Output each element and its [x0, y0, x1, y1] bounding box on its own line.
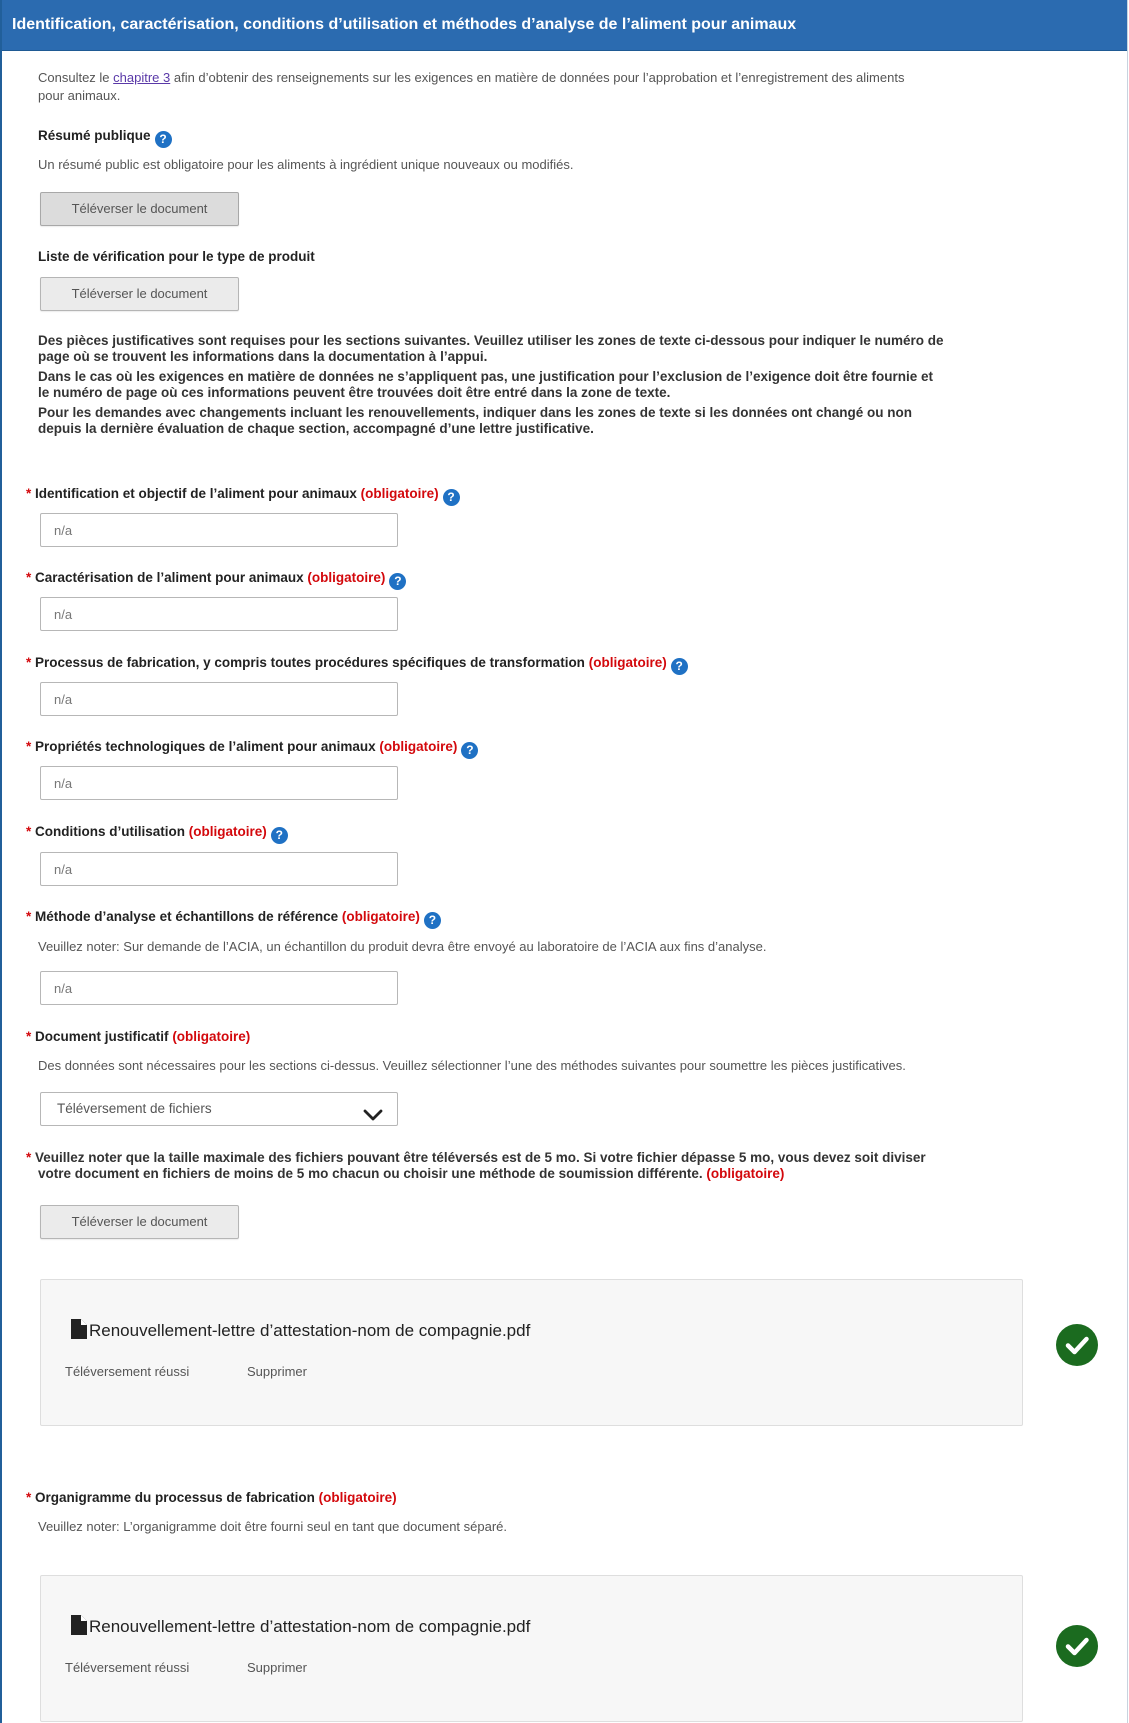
- field-label-text: Méthode d’analyse et échantillons de réf…: [35, 909, 339, 924]
- instructions-p2-l2: le numéro de page où ces informations pe…: [38, 385, 671, 400]
- organigramme-label: * Organigramme du processus de fabricati…: [26, 1490, 397, 1505]
- upload-resume-button[interactable]: Téléverser le document: [40, 192, 239, 226]
- field-label-text: Processus de fabrication, y compris tout…: [35, 655, 585, 670]
- required-star: *: [26, 824, 32, 839]
- required-word: (obligatoire): [318, 1490, 397, 1505]
- methode-note: Veuillez noter: Sur demande de l’ACIA, u…: [38, 939, 767, 954]
- required-word: (obligatoire): [588, 655, 667, 670]
- instructions: Des pièces justificatives sont requises …: [38, 333, 1123, 437]
- resume-label-text: Résumé publique: [38, 128, 151, 143]
- uploaded-file-card: Renouvellement-lettre d’attestation-nom …: [40, 1279, 1023, 1426]
- intro-suffix: afin d’obtenir des renseignements sur le…: [170, 70, 905, 85]
- delete-file-link[interactable]: Supprimer: [247, 1660, 307, 1675]
- required-star: *: [26, 1029, 32, 1044]
- size-note: * Veuillez noter que la taille maximale …: [26, 1150, 1121, 1182]
- field-label-methode: * Méthode d’analyse et échantillons de r…: [26, 909, 441, 929]
- panel-header: Identification, caractérisation, conditi…: [2, 0, 1127, 51]
- instructions-p1-l2: page où se trouvent les informations dan…: [38, 349, 488, 364]
- field-label-text: Conditions d’utilisation: [35, 824, 186, 839]
- file-name: Renouvellement-lettre d’attestation-nom …: [71, 1615, 530, 1637]
- processus-input[interactable]: [40, 682, 398, 716]
- organigramme-label-text: Organigramme du processus de fabrication: [35, 1490, 315, 1505]
- uploaded-file-card: Renouvellement-lettre d’attestation-nom …: [40, 1575, 1023, 1722]
- instructions-p3-l2: depuis la dernière évaluation de chaque …: [38, 421, 594, 436]
- conditions-input[interactable]: [40, 852, 398, 886]
- required-star: *: [26, 655, 32, 670]
- field-label-processus: * Processus de fabrication, y compris to…: [26, 655, 688, 675]
- check-circle-icon: [1056, 1324, 1098, 1366]
- resume-note: Un résumé public est obligatoire pour le…: [38, 157, 574, 172]
- chevron-down-icon: [363, 1102, 383, 1134]
- field-label-text: Caractérisation de l’aliment pour animau…: [35, 570, 304, 585]
- instructions-p1-l1: Des pièces justificatives sont requises …: [38, 333, 944, 348]
- upload-document-button[interactable]: Téléverser le document: [40, 1205, 239, 1239]
- required-word: (obligatoire): [379, 739, 458, 754]
- chapter-link[interactable]: chapitre 3: [113, 70, 170, 85]
- help-icon[interactable]: ?: [423, 912, 441, 929]
- proprietes-input[interactable]: [40, 766, 398, 800]
- field-label-text: Identification et objectif de l’aliment …: [35, 486, 357, 501]
- methode-input[interactable]: [40, 971, 398, 1005]
- help-icon[interactable]: ?: [461, 742, 479, 759]
- field-label-text: Propriétés technologiques de l’aliment p…: [35, 739, 376, 754]
- required-word: (obligatoire): [341, 909, 420, 924]
- required-star: *: [26, 1490, 32, 1505]
- field-label-proprietes: * Propriétés technologiques de l’aliment…: [26, 739, 479, 759]
- document-label-text: Document justificatif: [35, 1029, 169, 1044]
- help-icon[interactable]: ?: [154, 131, 172, 148]
- file-name-text: Renouvellement-lettre d’attestation-nom …: [89, 1321, 531, 1340]
- field-label-caracterisation: * Caractérisation de l’aliment pour anim…: [26, 570, 407, 590]
- instructions-p2-l1: Dans le cas où les exigences en matière …: [38, 369, 933, 384]
- help-icon[interactable]: ?: [270, 827, 288, 844]
- field-label-conditions: * Conditions d’utilisation (obligatoire)…: [26, 824, 288, 844]
- organigramme-note: Veuillez noter: L’organigramme doit être…: [38, 1519, 508, 1534]
- size-note-l1: Veuillez noter que la taille maximale de…: [35, 1150, 926, 1165]
- upload-status: Téléversement réussi: [65, 1660, 190, 1675]
- required-star: *: [26, 486, 32, 501]
- intro-text: Consultez le chapitre 3 afin d’obtenir d…: [38, 69, 1118, 105]
- upload-checklist-button[interactable]: Téléverser le document: [40, 277, 239, 311]
- check-circle-icon: [1056, 1625, 1098, 1667]
- delete-file-link[interactable]: Supprimer: [247, 1364, 307, 1379]
- select-value: Téléversement de fichiers: [57, 1101, 212, 1116]
- intro-prefix: Consultez le: [38, 70, 114, 85]
- caracterisation-input[interactable]: [40, 597, 398, 631]
- file-icon: [71, 1615, 89, 1636]
- required-star: *: [26, 739, 32, 754]
- resume-label: Résumé publique?: [38, 128, 172, 148]
- instructions-p3-l1: Pour les demandes avec changements inclu…: [38, 405, 912, 420]
- required-word: (obligatoire): [706, 1166, 785, 1181]
- document-note: Des données sont nécessaires pour les se…: [38, 1058, 906, 1073]
- file-name-text: Renouvellement-lettre d’attestation-nom …: [89, 1617, 531, 1636]
- file-icon: [71, 1319, 89, 1340]
- file-name: Renouvellement-lettre d’attestation-nom …: [71, 1319, 530, 1341]
- size-note-l2: votre document en fichiers de moins de 5…: [38, 1166, 703, 1181]
- required-word: (obligatoire): [172, 1029, 251, 1044]
- help-icon[interactable]: ?: [442, 489, 460, 506]
- help-icon[interactable]: ?: [389, 573, 407, 590]
- upload-status: Téléversement réussi: [65, 1364, 190, 1379]
- required-word: (obligatoire): [360, 486, 439, 501]
- required-word: (obligatoire): [307, 570, 386, 585]
- checklist-label: Liste de vérification pour le type de pr…: [38, 249, 315, 264]
- required-star: *: [26, 570, 32, 585]
- required-star: *: [26, 909, 32, 924]
- required-star: *: [26, 1150, 32, 1165]
- intro-suffix-2: pour animaux.: [38, 88, 121, 103]
- field-label-identification: * Identification et objectif de l’alimen…: [26, 486, 460, 506]
- help-icon[interactable]: ?: [670, 658, 688, 675]
- required-word: (obligatoire): [188, 824, 267, 839]
- document-label: * Document justificatif (obligatoire): [26, 1029, 250, 1044]
- form-panel: Identification, caractérisation, conditi…: [0, 0, 1128, 1723]
- submission-method-select[interactable]: Téléversement de fichiers: [40, 1092, 398, 1126]
- identification-input[interactable]: [40, 513, 398, 547]
